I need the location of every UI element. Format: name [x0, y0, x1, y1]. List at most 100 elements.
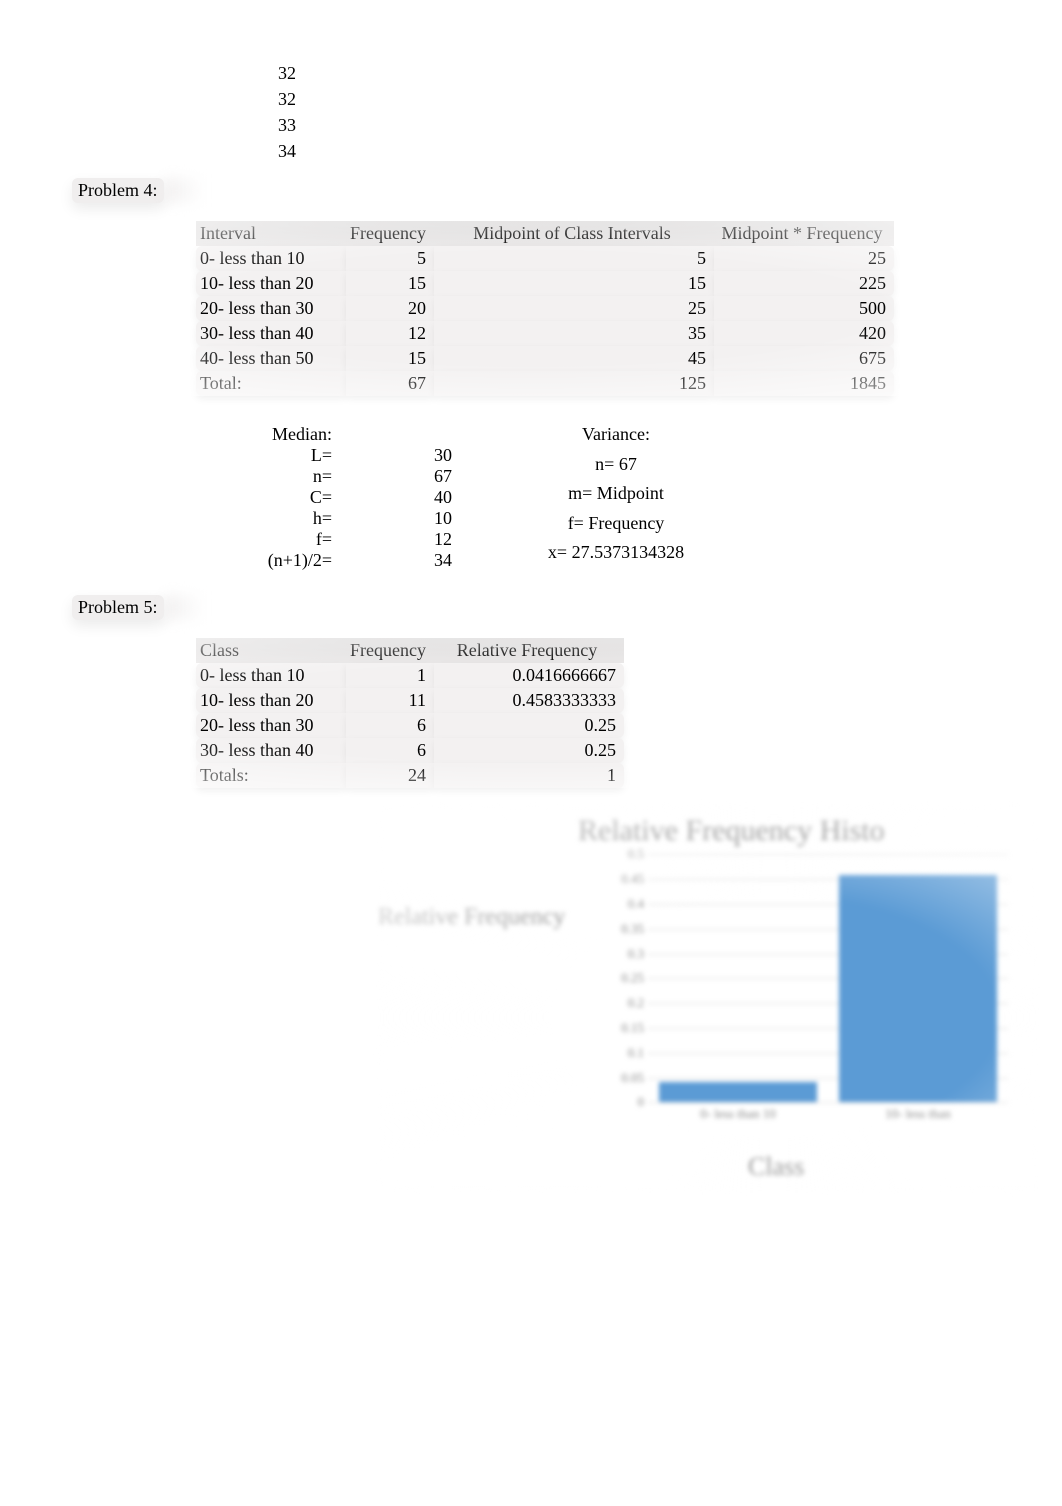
bar [839, 875, 997, 1102]
y-tick: 0 [638, 1094, 645, 1110]
stat-line: x= 27.5373134328 [496, 542, 736, 571]
cell: 35 [434, 321, 714, 346]
cell: 15 [346, 271, 434, 296]
chart: Relative Frequency Histo Relative Freque… [388, 814, 1028, 1182]
cell: 420 [714, 321, 894, 346]
cell: Total: [196, 371, 346, 396]
cell: 30- less than 40 [196, 321, 346, 346]
stat-value: 34 [336, 550, 456, 571]
problem4-table: Interval Frequency Midpoint of Class Int… [196, 221, 894, 396]
x-axis-label: Class [748, 1152, 1028, 1182]
problem5-table: Class Frequency Relative Frequency 0- le… [196, 638, 624, 788]
cell: 45 [434, 346, 714, 371]
col-mf: Midpoint * Frequency [714, 221, 894, 246]
y-tick: 0.3 [628, 946, 644, 962]
stat-label: f= [196, 529, 336, 550]
y-tick: 0.25 [621, 970, 644, 986]
y-tick: 0.4 [628, 896, 644, 912]
y-axis-label: Relative Frequency [378, 904, 565, 931]
cell: 5 [434, 246, 714, 271]
y-tick: 0.35 [621, 921, 644, 937]
cell: 10- less than 20 [196, 688, 346, 713]
col-frequency: Frequency [346, 221, 434, 246]
y-ticks: 00.050.10.150.20.250.30.350.40.450.5 [608, 854, 648, 1124]
cell: 15 [434, 271, 714, 296]
y-tick: 0.5 [628, 846, 644, 862]
table-row: 20- less than 30 20 25 500 [196, 296, 894, 321]
stat-value: 67 [336, 466, 456, 487]
y-tick: 0.15 [621, 1020, 644, 1036]
chart-title: Relative Frequency Histo [578, 814, 1028, 848]
problem5-heading: Problem 5: [72, 595, 164, 620]
cell: 20 [346, 296, 434, 321]
stat-value: 40 [336, 487, 456, 508]
stat-line: f= Frequency [496, 513, 736, 542]
col-midpoint: Midpoint of Class Intervals [434, 221, 714, 246]
number-cell: 32 [278, 60, 1062, 86]
cell: 125 [434, 371, 714, 396]
variance-block: Variance: n= 67 m= Midpoint f= Frequency… [496, 424, 736, 571]
y-tick: 0.2 [628, 995, 644, 1011]
table-row: 20- less than 30 6 0.25 [196, 713, 624, 738]
table-header-row: Interval Frequency Midpoint of Class Int… [196, 221, 894, 246]
cell: 0.4583333333 [434, 688, 624, 713]
cell: 0.0416666667 [434, 663, 624, 688]
table-row: 10- less than 20 15 15 225 [196, 271, 894, 296]
cell: 67 [346, 371, 434, 396]
number-cell: 34 [278, 138, 1062, 164]
table-header-row: Class Frequency Relative Frequency [196, 638, 624, 663]
stat-value: 12 [336, 529, 456, 550]
page: 32 32 33 34 Problem 4: Interval Frequenc… [0, 0, 1062, 1182]
cell: 40- less than 50 [196, 346, 346, 371]
table-total-row: Total: 67 125 1845 [196, 371, 894, 396]
bar-slot: 0- less than 10 [648, 854, 828, 1102]
table-row: 0- less than 10 5 5 25 [196, 246, 894, 271]
cell: 24 [346, 763, 434, 788]
table-row: 10- less than 20 11 0.4583333333 [196, 688, 624, 713]
cell: 25 [434, 296, 714, 321]
cell: 675 [714, 346, 894, 371]
stat-label: L= [196, 445, 336, 466]
bars: 0- less than 1010- less than [648, 854, 1008, 1102]
top-number-list: 32 32 33 34 [278, 60, 1062, 164]
cell: 0- less than 10 [196, 246, 346, 271]
cell: 0- less than 10 [196, 663, 346, 688]
table-total-row: Totals: 24 1 [196, 763, 624, 788]
number-cell: 33 [278, 112, 1062, 138]
stat-value: 30 [336, 445, 456, 466]
cell: 5 [346, 246, 434, 271]
stat-label: h= [196, 508, 336, 529]
col-frequency: Frequency [346, 638, 434, 663]
cell: 500 [714, 296, 894, 321]
stat-label: C= [196, 487, 336, 508]
cell: 15 [346, 346, 434, 371]
cell: 0.25 [434, 713, 624, 738]
table-row: 40- less than 50 15 45 675 [196, 346, 894, 371]
stat-line: n= 67 [496, 454, 736, 483]
chart-plot: 00.050.10.150.20.250.30.350.40.450.5 0- … [608, 854, 1008, 1124]
x-category-label: 0- less than 10 [648, 1106, 828, 1122]
cell: 30- less than 40 [196, 738, 346, 763]
problem4-stats: Median: L= 30 n= 67 C= 40 h= 10 f= 12 (n… [196, 424, 1062, 571]
cell: 1845 [714, 371, 894, 396]
cell: 1 [434, 763, 624, 788]
stat-label: n= [196, 466, 336, 487]
cell: 0.25 [434, 738, 624, 763]
cell: 1 [346, 663, 434, 688]
col-relfreq: Relative Frequency [434, 638, 624, 663]
cell: 11 [346, 688, 434, 713]
bar-slot: 10- less than [828, 854, 1008, 1102]
col-class: Class [196, 638, 346, 663]
x-category-label: 10- less than [828, 1106, 1008, 1122]
problem5-table-wrap: Class Frequency Relative Frequency 0- le… [0, 638, 1062, 788]
cell: 6 [346, 738, 434, 763]
variance-title: Variance: [496, 424, 736, 453]
median-block: Median: L= 30 n= 67 C= 40 h= 10 f= 12 (n… [196, 424, 456, 571]
cell: 225 [714, 271, 894, 296]
cell: 20- less than 30 [196, 296, 346, 321]
cell: 10- less than 20 [196, 271, 346, 296]
table-row: 30- less than 40 6 0.25 [196, 738, 624, 763]
y-tick: 0.05 [621, 1070, 644, 1086]
cell: 6 [346, 713, 434, 738]
table-row: 0- less than 10 1 0.0416666667 [196, 663, 624, 688]
